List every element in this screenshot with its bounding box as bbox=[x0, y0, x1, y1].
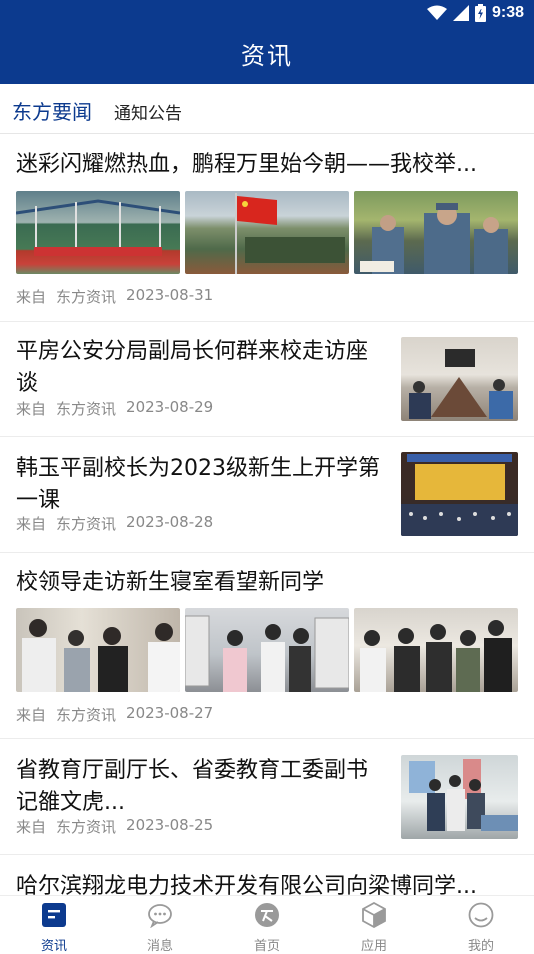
publish-date: 2023-08-25 bbox=[126, 816, 213, 837]
news-thumbnail bbox=[401, 755, 518, 839]
news-thumbnail bbox=[401, 452, 518, 536]
publish-date: 2023-08-27 bbox=[126, 704, 213, 725]
publish-date: 2023-08-31 bbox=[126, 286, 213, 307]
app-header: 9:38 资讯 bbox=[0, 0, 534, 84]
news-title: 哈尔滨翔龙电力技术开发有限公司向梁博同学... bbox=[16, 871, 477, 895]
source-name: 东方资讯 bbox=[56, 816, 116, 837]
publish-date: 2023-08-29 bbox=[126, 398, 213, 419]
source-prefix: 来自 bbox=[16, 286, 46, 307]
home-logo-icon bbox=[254, 902, 280, 928]
news-icon bbox=[41, 902, 67, 928]
news-thumbnail bbox=[401, 337, 518, 421]
news-item[interactable]: 韩玉平副校长为2023级新生上开学第一课 来自 东方资讯 2023-08-28 bbox=[0, 437, 534, 553]
source-prefix: 来自 bbox=[16, 816, 46, 837]
source-prefix: 来自 bbox=[16, 704, 46, 725]
source-name: 东方资讯 bbox=[56, 286, 116, 307]
nav-news[interactable]: 资讯 bbox=[19, 902, 89, 954]
tab-news[interactable]: 东方要闻 bbox=[12, 96, 92, 125]
source-prefix: 来自 bbox=[16, 398, 46, 419]
nav-messages-label: 消息 bbox=[125, 935, 195, 954]
page-title: 资讯 bbox=[0, 36, 534, 71]
news-image bbox=[16, 608, 180, 692]
news-title: 迷彩闪耀燃热血，鹏程万里始今朝——我校举... bbox=[16, 149, 477, 181]
chat-bubble-icon bbox=[147, 902, 173, 928]
bottom-nav: 资讯 消息 首页 应用 我的 bbox=[0, 895, 534, 950]
source-prefix: 来自 bbox=[16, 513, 46, 534]
news-image bbox=[185, 608, 349, 692]
category-tabs: 东方要闻 通知公告 bbox=[0, 84, 534, 134]
news-item[interactable]: 校领导走访新生寝室看望新同学 bbox=[0, 553, 534, 739]
wifi-icon bbox=[427, 5, 447, 21]
publish-date: 2023-08-28 bbox=[126, 513, 213, 534]
source-name: 东方资讯 bbox=[56, 704, 116, 725]
news-item[interactable]: 平房公安分局副局长何群来校走访座谈 来自 东方资讯 2023-08-29 bbox=[0, 322, 534, 437]
news-title: 平房公安分局副局长何群来校走访座谈 bbox=[16, 336, 388, 400]
status-bar: 9:38 bbox=[0, 0, 534, 28]
source-name: 东方资讯 bbox=[56, 513, 116, 534]
news-title: 省教育厅副厅长、省委教育工委副书记雒文虎... bbox=[16, 755, 388, 819]
news-meta: 来自 东方资讯 2023-08-31 bbox=[16, 286, 213, 307]
tab-notices[interactable]: 通知公告 bbox=[114, 99, 182, 124]
signal-icon bbox=[453, 5, 469, 21]
news-title: 校领导走访新生寝室看望新同学 bbox=[16, 567, 324, 599]
nav-profile-label: 我的 bbox=[446, 935, 516, 954]
nav-apps[interactable]: 应用 bbox=[339, 902, 409, 954]
news-image bbox=[16, 191, 180, 274]
profile-icon bbox=[468, 902, 494, 928]
news-item[interactable]: 迷彩闪耀燃热血，鹏程万里始今朝——我校举... bbox=[0, 135, 534, 322]
nav-messages[interactable]: 消息 bbox=[125, 902, 195, 954]
nav-profile[interactable]: 我的 bbox=[446, 902, 516, 954]
nav-news-label: 资讯 bbox=[19, 935, 89, 954]
news-meta: 来自 东方资讯 2023-08-27 bbox=[16, 704, 213, 725]
news-image bbox=[185, 191, 349, 274]
status-time: 9:38 bbox=[492, 4, 524, 22]
battery-icon bbox=[475, 4, 486, 22]
source-name: 东方资讯 bbox=[56, 398, 116, 419]
news-item[interactable]: 省教育厅副厅长、省委教育工委副书记雒文虎... 来自 东方资讯 2023-08-… bbox=[0, 739, 534, 855]
news-title: 韩玉平副校长为2023级新生上开学第一课 bbox=[16, 453, 388, 517]
nav-home-label: 首页 bbox=[232, 935, 302, 954]
cube-icon bbox=[361, 902, 387, 928]
news-meta: 来自 东方资讯 2023-08-25 bbox=[16, 816, 213, 837]
nav-apps-label: 应用 bbox=[339, 935, 409, 954]
news-meta: 来自 东方资讯 2023-08-29 bbox=[16, 398, 213, 419]
news-image bbox=[354, 191, 518, 274]
news-item[interactable]: 哈尔滨翔龙电力技术开发有限公司向梁博同学... bbox=[0, 855, 534, 895]
nav-home[interactable]: 首页 bbox=[232, 902, 302, 954]
news-meta: 来自 东方资讯 2023-08-28 bbox=[16, 513, 213, 534]
news-feed: 迷彩闪耀燃热血，鹏程万里始今朝——我校举... bbox=[0, 135, 534, 895]
news-image bbox=[354, 608, 518, 692]
